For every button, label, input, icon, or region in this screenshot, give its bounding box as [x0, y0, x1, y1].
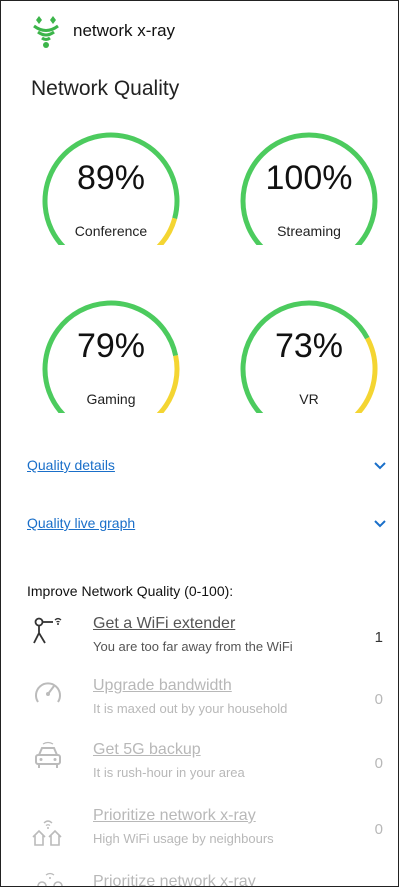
wifi-extender-icon — [33, 617, 62, 644]
improve-item-score: 0 — [374, 755, 383, 772]
improve-item-title[interactable]: Get 5G backup — [93, 741, 201, 759]
speedometer-icon — [35, 682, 61, 703]
improve-item-score: 1 — [374, 629, 383, 646]
gauge-label: VR — [299, 391, 319, 407]
gauge-label: Streaming — [277, 223, 341, 239]
app-frame: network x-ray Network Quality 89% Confer… — [0, 0, 399, 887]
improve-item-title[interactable]: Get a WiFi extender — [93, 615, 235, 633]
network-xray-logo-icon — [33, 16, 59, 48]
gauge-percent: 100% — [265, 159, 353, 197]
improve-item-prioritize-people[interactable]: Prioritize network x-ray — [27, 867, 397, 886]
gauge-label: Conference — [74, 223, 148, 239]
improve-item-title[interactable]: Upgrade bandwidth — [93, 677, 232, 695]
improve-item-subtitle: High WiFi usage by neighbours — [93, 831, 274, 846]
houses-wifi-icon — [32, 820, 62, 846]
improve-item-score: 0 — [374, 821, 383, 838]
improve-item-subtitle: You are too far away from the WiFi — [93, 639, 293, 654]
car-icon — [35, 741, 61, 768]
quality-live-graph-link[interactable]: Quality live graph — [27, 515, 135, 531]
improve-item-upgrade-bandwidth[interactable]: Upgrade bandwidth It is maxed out by you… — [27, 671, 397, 731]
gauge-vr: 73% VR — [229, 293, 389, 433]
quality-details-toggle[interactable]: Quality details — [27, 453, 387, 477]
app-title: network x-ray — [73, 21, 176, 40]
improve-item-title[interactable]: Prioritize network x-ray — [93, 807, 256, 825]
gauge-gaming: 79% Gaming — [31, 293, 191, 433]
improve-item-subtitle: It is rush-hour in your area — [93, 765, 245, 780]
improve-item-prioritize-houses[interactable]: Prioritize network x-ray High WiFi usage… — [27, 801, 397, 861]
improve-item-score: 0 — [374, 691, 383, 708]
gauge-percent: 89% — [76, 159, 146, 197]
improve-item-5g-backup[interactable]: Get 5G backup It is rush-hour in your ar… — [27, 735, 397, 795]
app-header: network x-ray — [31, 11, 175, 51]
section-title: Network Quality — [31, 77, 180, 100]
improve-item-subtitle: It is maxed out by your household — [93, 701, 288, 716]
people-wifi-icon — [37, 872, 63, 886]
gauge-label: Gaming — [86, 391, 136, 407]
gauge-percent: 73% — [274, 327, 344, 365]
chevron-down-icon[interactable] — [373, 458, 387, 472]
gauge-streaming: 100% Streaming — [229, 125, 389, 265]
quality-live-graph-toggle[interactable]: Quality live graph — [27, 511, 387, 535]
improve-item-wifi-extender[interactable]: Get a WiFi extender You are too far away… — [27, 609, 397, 669]
gauge-conference: 89% Conference — [31, 125, 191, 265]
improve-title: Improve Network Quality (0-100): — [27, 583, 234, 599]
gauge-percent: 79% — [76, 327, 146, 365]
improve-item-title[interactable]: Prioritize network x-ray — [93, 873, 256, 886]
quality-details-link[interactable]: Quality details — [27, 457, 115, 473]
chevron-down-icon[interactable] — [373, 516, 387, 530]
